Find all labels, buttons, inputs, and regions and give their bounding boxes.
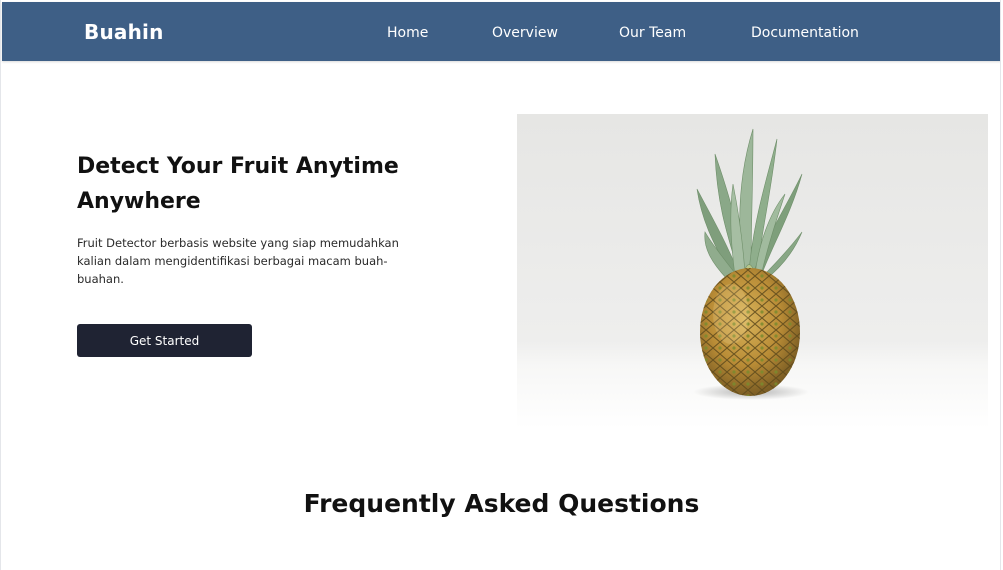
nav-link-overview[interactable]: Overview xyxy=(492,23,558,43)
page: Buahin Home Overview Our Team Documentat… xyxy=(0,0,1001,570)
nav-link-documentation[interactable]: Documentation xyxy=(751,23,859,43)
nav-link-home[interactable]: Home xyxy=(387,23,428,43)
hero-title: Detect Your Fruit Anytime Anywhere xyxy=(77,154,399,214)
brand-logo[interactable]: Buahin xyxy=(84,19,164,45)
pineapple-photo xyxy=(517,114,988,429)
navbar: Buahin Home Overview Our Team Documentat… xyxy=(2,2,1000,61)
get-started-button[interactable]: Get Started xyxy=(77,324,252,357)
faq-title: Frequently Asked Questions xyxy=(303,489,700,518)
nav-link-our-team[interactable]: Our Team xyxy=(619,23,686,43)
hero-description: Fruit Detector berbasis website yang sia… xyxy=(77,236,399,286)
